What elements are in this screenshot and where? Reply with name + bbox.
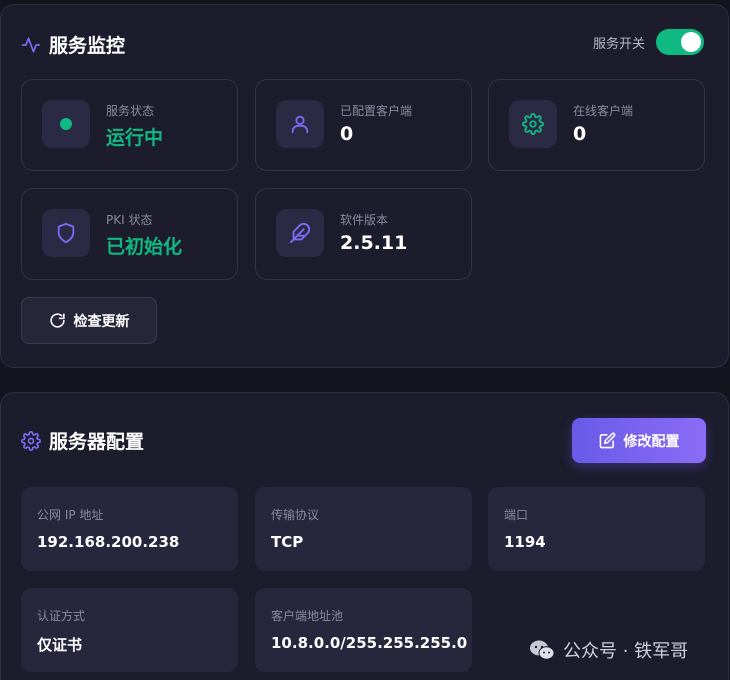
software-version-value: 2.5.11 xyxy=(340,232,408,254)
status-indicator xyxy=(42,100,90,148)
port-label: 端口 xyxy=(504,508,529,522)
service-toggle-group: 服务开关 xyxy=(593,29,704,55)
pki-status-label: PKI 状态 xyxy=(106,213,153,227)
port-value: 1194 xyxy=(504,533,546,551)
software-version-card: 软件版本 2.5.11 xyxy=(255,188,472,280)
online-clients-icon-box xyxy=(509,100,557,148)
edit-config-label: 修改配置 xyxy=(623,433,680,450)
client-pool-label: 客户端地址池 xyxy=(271,609,344,623)
edit-icon xyxy=(599,432,615,449)
protocol-value: TCP xyxy=(271,533,304,551)
online-clients-label: 在线客户端 xyxy=(573,104,634,118)
service-monitor-header: 服务监控 xyxy=(21,31,125,58)
configured-clients-value: 0 xyxy=(340,123,354,145)
refresh-icon xyxy=(49,313,65,328)
running-dot-icon xyxy=(60,118,72,130)
public-ip-card: 公网 IP 地址 192.168.200.238 xyxy=(21,487,238,571)
wechat-icon xyxy=(530,640,555,660)
online-clients-card: 在线客户端 0 xyxy=(488,79,705,171)
client-pool-card: 客户端地址池 10.8.0.0/255.255.255.0 xyxy=(255,588,472,672)
public-ip-label: 公网 IP 地址 xyxy=(37,508,104,522)
port-card: 端口 1194 xyxy=(488,487,705,571)
user-icon xyxy=(291,115,309,134)
watermark-text: 公众号 · 铁军哥 xyxy=(563,641,689,662)
online-clients-value: 0 xyxy=(573,123,587,145)
watermark: 公众号 · 铁军哥 xyxy=(529,637,688,663)
shield-icon xyxy=(57,222,75,244)
protocol-card: 传输协议 TCP xyxy=(255,487,472,571)
auth-method-label: 认证方式 xyxy=(37,609,86,623)
toggle-knob xyxy=(681,32,701,52)
pki-icon-box xyxy=(42,209,90,257)
configured-clients-card: 已配置客户端 0 xyxy=(255,79,472,171)
feather-icon xyxy=(289,222,311,244)
client-pool-value: 10.8.0.0/255.255.255.0 xyxy=(271,634,468,652)
settings-icon xyxy=(21,430,41,451)
service-monitor-panel: 服务监控 服务开关 服务状态 运行中 已配置客户端 0 在线客户端 0 PKI … xyxy=(0,4,729,368)
service-status-value: 运行中 xyxy=(106,127,164,149)
server-config-header: 服务器配置 xyxy=(21,427,144,454)
public-ip-value: 192.168.200.238 xyxy=(37,533,180,551)
service-monitor-title: 服务监控 xyxy=(49,35,126,57)
gear-icon xyxy=(522,113,544,135)
server-config-title: 服务器配置 xyxy=(49,431,145,453)
protocol-label: 传输协议 xyxy=(271,508,320,522)
check-update-button[interactable]: 检查更新 xyxy=(21,297,157,344)
service-status-label: 服务状态 xyxy=(106,104,155,118)
pki-status-card: PKI 状态 已初始化 xyxy=(21,188,238,280)
pki-status-value: 已初始化 xyxy=(106,236,183,258)
configured-clients-label: 已配置客户端 xyxy=(340,104,413,118)
edit-config-button[interactable]: 修改配置 xyxy=(572,418,706,463)
service-toggle-label: 服务开关 xyxy=(592,36,645,52)
version-icon-box xyxy=(276,209,324,257)
auth-method-card: 认证方式 仅证书 xyxy=(21,588,238,672)
service-status-card: 服务状态 运行中 xyxy=(21,79,238,171)
auth-method-value: 仅证书 xyxy=(37,636,83,654)
configured-clients-icon-box xyxy=(276,100,324,148)
software-version-label: 软件版本 xyxy=(340,213,389,227)
activity-icon xyxy=(21,37,41,53)
service-toggle[interactable] xyxy=(656,29,704,55)
check-update-label: 检查更新 xyxy=(73,313,130,330)
